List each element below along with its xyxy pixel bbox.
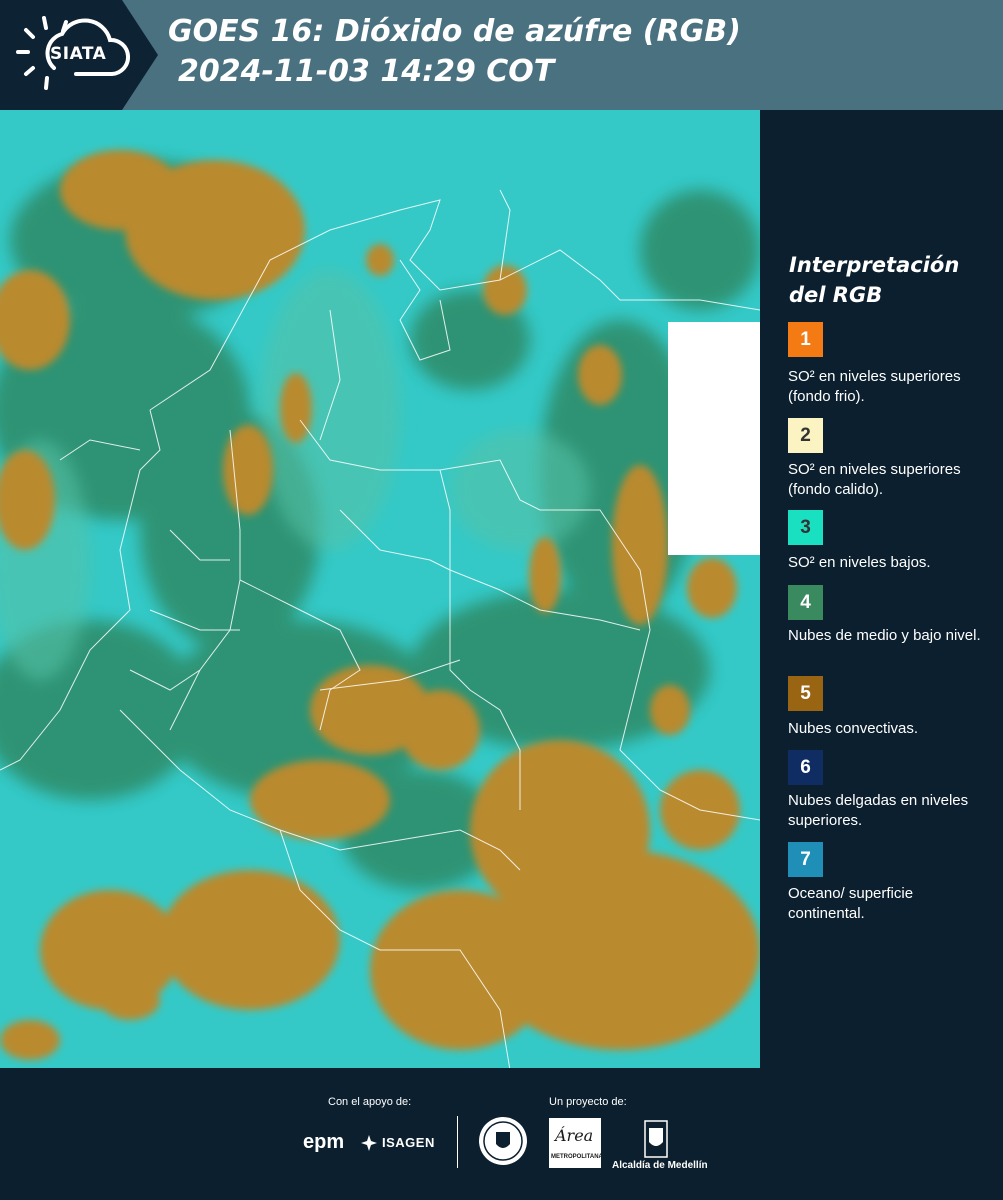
area-logo-text: Área [555, 1126, 594, 1145]
blank-patch [668, 322, 760, 555]
isagen-star-icon [361, 1135, 377, 1151]
alcaldia-shield-icon [644, 1120, 668, 1158]
satellite-image [0, 110, 760, 1068]
legend-label-7: Oceano/ superficie continental. [788, 885, 914, 922]
legend-swatch-6: 6 [788, 750, 823, 785]
siata-logo-text: SIATA [50, 44, 107, 64]
legend-swatch-7: 7 [788, 842, 823, 877]
legend-label-2: SO² en niveles superiores (fondo calido)… [788, 461, 961, 498]
timestamp: 2024-11-03 14:29 COT [178, 54, 555, 89]
legend-swatch-1: 1 [788, 322, 823, 357]
area-logo-subtext: METROPOLITANA [551, 1154, 603, 1160]
project-label: Un proyecto de: [549, 1096, 627, 1108]
alcaldia-logo-text: Alcaldía de Medellín [612, 1160, 708, 1171]
medellin-seal-icon [479, 1117, 527, 1165]
legend-swatch-3: 3 [788, 510, 823, 545]
footer-divider [457, 1116, 458, 1168]
legend-label-6: Nubes delgadas en niveles superiores. [788, 792, 969, 829]
legend-label-4: Nubes de medio y bajo nivel. [788, 627, 981, 644]
legend-label-3: SO² en niveles bajos. [788, 554, 931, 571]
epm-logo: epm [303, 1131, 345, 1153]
logo-panel: SIATA [0, 0, 158, 110]
isagen-logo: ISAGEN [382, 1135, 435, 1150]
support-label: Con el apoyo de: [328, 1096, 412, 1108]
legend-label-5: Nubes convectivas. [788, 720, 919, 737]
legend-label-1: SO² en niveles superiores (fondo frio). [788, 368, 961, 405]
legend-swatch-2: 2 [788, 418, 823, 453]
legend-swatch-5: 5 [788, 676, 823, 711]
satellite-map [0, 110, 760, 1068]
footer: Con el apoyo de: Un proyecto de: epm ISA… [0, 1068, 1003, 1200]
legend-title: Interpretación del RGB [789, 253, 960, 307]
legend-swatch-4: 4 [788, 585, 823, 620]
header-bar: SIATA GOES 16: Dióxido de azúfre (RGB) 2… [0, 0, 1003, 110]
page-title: GOES 16: Dióxido de azúfre (RGB) [168, 14, 741, 49]
